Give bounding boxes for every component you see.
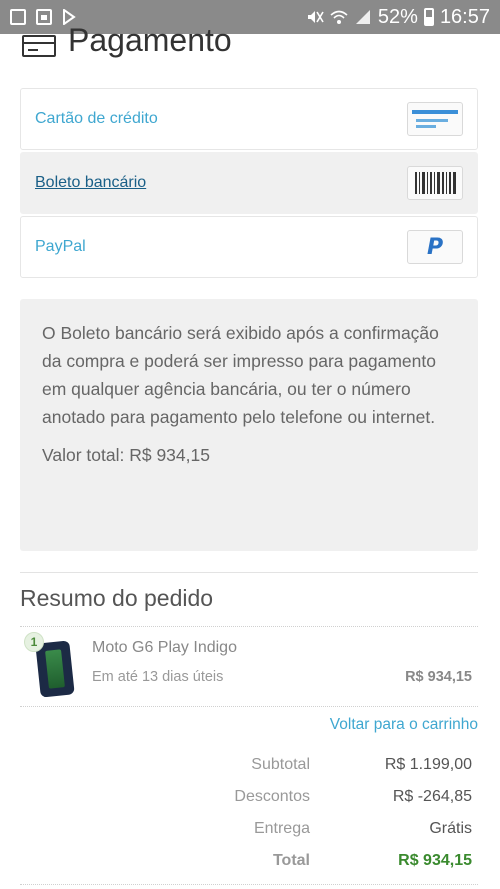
payment-option-label[interactable]: Cartão de crédito: [35, 110, 158, 128]
subtotal-value: R$ 1.199,00: [384, 756, 472, 773]
order-summary-title: Resumo do pedido: [20, 585, 214, 611]
paypal-logo: P: [426, 234, 444, 260]
delivery-label: Entrega: [253, 820, 310, 837]
payment-options: Cartão de crédito Boleto bancário PayPal…: [20, 88, 478, 280]
paypal-icon: P: [407, 230, 463, 264]
divider: [20, 572, 478, 573]
total-label: Total: [272, 852, 310, 869]
page-title: Pagamento: [68, 22, 232, 58]
discount-label: Descontos: [234, 788, 310, 805]
subtotal-label: Subtotal: [251, 756, 310, 773]
boleto-info-text: O Boleto bancário será exibido após a co…: [42, 323, 439, 427]
back-to-cart-link[interactable]: Voltar para o carrinho: [330, 716, 478, 734]
payment-option-credit-card[interactable]: Cartão de crédito: [20, 88, 478, 150]
signal-icon: [355, 10, 370, 24]
product-name: Moto G6 Play Indigo: [92, 639, 237, 656]
delivery-row: Entrega Grátis: [20, 820, 478, 842]
subtotal-row: Subtotal R$ 1.199,00: [20, 756, 478, 778]
discount-row: Descontos R$ -264,85: [20, 788, 478, 810]
divider: [20, 884, 478, 885]
payment-option-paypal[interactable]: PayPal P: [20, 216, 478, 278]
total-value: R$ 934,15: [398, 852, 472, 869]
payment-option-label[interactable]: PayPal: [35, 238, 86, 256]
wifi-icon: [330, 10, 348, 24]
page-header: Pagamento: [22, 22, 232, 59]
order-item: 1 Moto G6 Play Indigo Em até 13 dias úte…: [20, 632, 478, 702]
payment-option-boleto[interactable]: Boleto bancário: [20, 152, 478, 214]
payment-option-label[interactable]: Boleto bancário: [35, 174, 146, 192]
battery-icon: [423, 8, 434, 26]
divider: [20, 626, 478, 627]
total-row: Total R$ 934,15: [20, 852, 478, 874]
credit-card-icon: [22, 34, 56, 57]
delivery-estimate: Em até 13 dias úteis: [92, 669, 224, 685]
barcode-icon: [407, 166, 463, 200]
boleto-info-box: O Boleto bancário será exibido após a co…: [20, 299, 478, 551]
clock: 16:57: [439, 5, 490, 28]
mute-icon: [307, 11, 324, 23]
quantity-badge: 1: [24, 632, 44, 652]
battery-percent: 52%: [377, 5, 418, 28]
divider: [20, 706, 478, 707]
credit-card-icon: [407, 102, 463, 136]
product-price: R$ 934,15: [405, 669, 472, 685]
boleto-total: Valor total: R$ 934,15: [42, 445, 210, 465]
discount-value: R$ -264,85: [392, 788, 472, 805]
delivery-value: Grátis: [429, 820, 472, 837]
